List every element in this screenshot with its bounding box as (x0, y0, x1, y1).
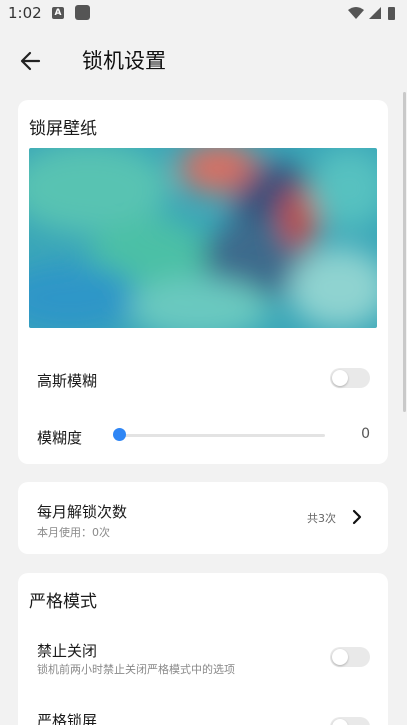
blur-degree-slider-track[interactable] (120, 434, 325, 437)
wifi-icon (348, 7, 364, 19)
notification-square-icon (75, 5, 90, 20)
blur-degree-label: 模糊度 (37, 429, 83, 447)
blur-degree-slider-thumb[interactable] (113, 428, 126, 441)
blur-toggle-knob (332, 370, 348, 386)
page-title: 锁机设置 (82, 49, 166, 73)
monthly-unlock-title: 每月解锁次数 (37, 503, 128, 521)
status-bar: 1:02 A (0, 0, 407, 28)
forbid-close-description: 锁机前两小时禁止关闭严格模式中的选项 (37, 663, 235, 676)
monthly-unlock-total: 共3次 (307, 512, 336, 525)
blur-label: 高斯模糊 (37, 372, 98, 390)
strict-mode-title: 严格模式 (29, 592, 97, 612)
monthly-unlock-used: 本月使用：0次 (37, 526, 110, 539)
strict-lock-toggle[interactable] (330, 717, 370, 725)
strict-mode-card: 严格模式 禁止关闭 锁机前两小时禁止关闭严格模式中的选项 严格锁屏 (18, 573, 388, 725)
status-icons (348, 7, 395, 20)
wallpaper-preview[interactable] (29, 148, 377, 328)
back-button[interactable] (14, 44, 48, 78)
app-bar: 锁机设置 (0, 28, 407, 90)
battery-icon (388, 7, 395, 20)
wallpaper-image (29, 148, 377, 328)
forbid-close-toggle[interactable] (330, 647, 370, 667)
chevron-right-icon (352, 509, 362, 525)
signal-icon (369, 7, 381, 19)
status-time: 1:02 (8, 4, 42, 22)
monthly-unlock-card[interactable]: 每月解锁次数 本月使用：0次 共3次 (18, 482, 388, 554)
blur-toggle[interactable] (330, 368, 370, 388)
back-arrow-icon (20, 51, 41, 71)
forbid-close-toggle-knob (332, 649, 348, 665)
strict-lock-label: 严格锁屏 (37, 712, 98, 725)
strict-lock-toggle-knob (332, 719, 348, 725)
forbid-close-label: 禁止关闭 (37, 642, 98, 660)
a-notification-icon: A (52, 7, 64, 19)
wallpaper-card: 锁屏壁纸 高斯模糊 模糊度 0 (18, 100, 388, 464)
settings-content: 锁屏壁纸 高斯模糊 模糊度 0 每月解锁次数 本月使用：0次 共3次 严格模式 … (0, 90, 407, 725)
wallpaper-card-title: 锁屏壁纸 (29, 119, 97, 139)
blur-degree-value: 0 (361, 426, 370, 442)
